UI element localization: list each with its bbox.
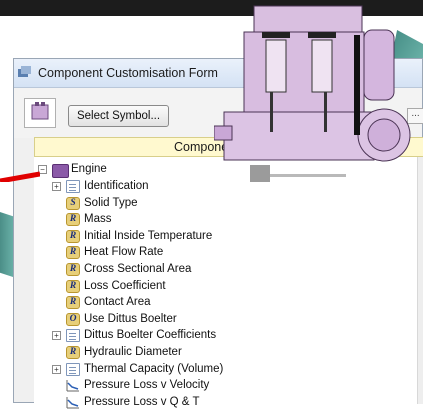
tag-icon: R bbox=[66, 229, 80, 243]
vertical-scrollbar[interactable] bbox=[417, 157, 423, 404]
component-tree[interactable]: − Engine + Identification S Solid Type R Mass… bbox=[34, 157, 420, 409]
tree-node-label: Engine bbox=[71, 163, 107, 175]
tree-node-label: Heat Flow Rate bbox=[84, 246, 164, 259]
chart-icon bbox=[66, 395, 80, 409]
tree-node-label: Pressure Loss v Q & T bbox=[84, 395, 200, 408]
tag-icon: R bbox=[66, 279, 80, 293]
tree-node-label: Use Dittus Boelter bbox=[84, 312, 177, 325]
engine-thumbnail-icon bbox=[31, 102, 49, 120]
tree-node-label: Cross Sectional Area bbox=[84, 263, 192, 275]
slider-track[interactable] bbox=[270, 174, 346, 177]
tag-icon: O bbox=[66, 312, 80, 326]
tag-icon: R bbox=[66, 246, 80, 260]
tree-node-label: Mass bbox=[84, 213, 112, 226]
engine-illustration bbox=[214, 5, 411, 162]
document-icon bbox=[66, 329, 80, 343]
tree-node-label: Pressure Loss v Velocity bbox=[84, 379, 210, 392]
tree-node-label: Identification bbox=[84, 180, 149, 192]
tag-icon: R bbox=[66, 263, 80, 276]
tree-node-label: Initial Inside Temperature bbox=[84, 229, 213, 242]
app-icon bbox=[18, 66, 31, 77]
tag-icon: R bbox=[66, 213, 80, 227]
document-icon bbox=[66, 362, 80, 376]
tree-node-label: Dittus Boelter Coefficients bbox=[84, 329, 217, 342]
tag-icon: S bbox=[66, 196, 80, 210]
tree-node-label: Thermal Capacity (Volume) bbox=[84, 362, 224, 375]
chart-icon bbox=[66, 379, 80, 393]
window-title: Component Customisation Form bbox=[38, 66, 218, 80]
red-pointer-line bbox=[0, 171, 40, 182]
expand-icon[interactable]: + bbox=[52, 364, 61, 374]
slider-handle[interactable] bbox=[250, 165, 270, 182]
tree-node-label: Contact Area bbox=[84, 296, 151, 309]
document-icon bbox=[66, 180, 80, 193]
expand-icon[interactable]: + bbox=[52, 331, 61, 341]
tree-node-label: Loss Coefficient bbox=[84, 279, 166, 292]
engine-icon bbox=[52, 164, 69, 178]
expand-icon[interactable]: + bbox=[52, 182, 61, 191]
tag-icon: R bbox=[66, 296, 80, 310]
tag-icon: R bbox=[66, 346, 80, 359]
tree-node-label: Hydraulic Diameter bbox=[84, 346, 182, 358]
select-symbol-button[interactable]: Select Symbol... bbox=[68, 105, 169, 127]
symbol-thumbnail[interactable] bbox=[24, 98, 56, 128]
tree-node-label: Solid Type bbox=[84, 196, 138, 209]
